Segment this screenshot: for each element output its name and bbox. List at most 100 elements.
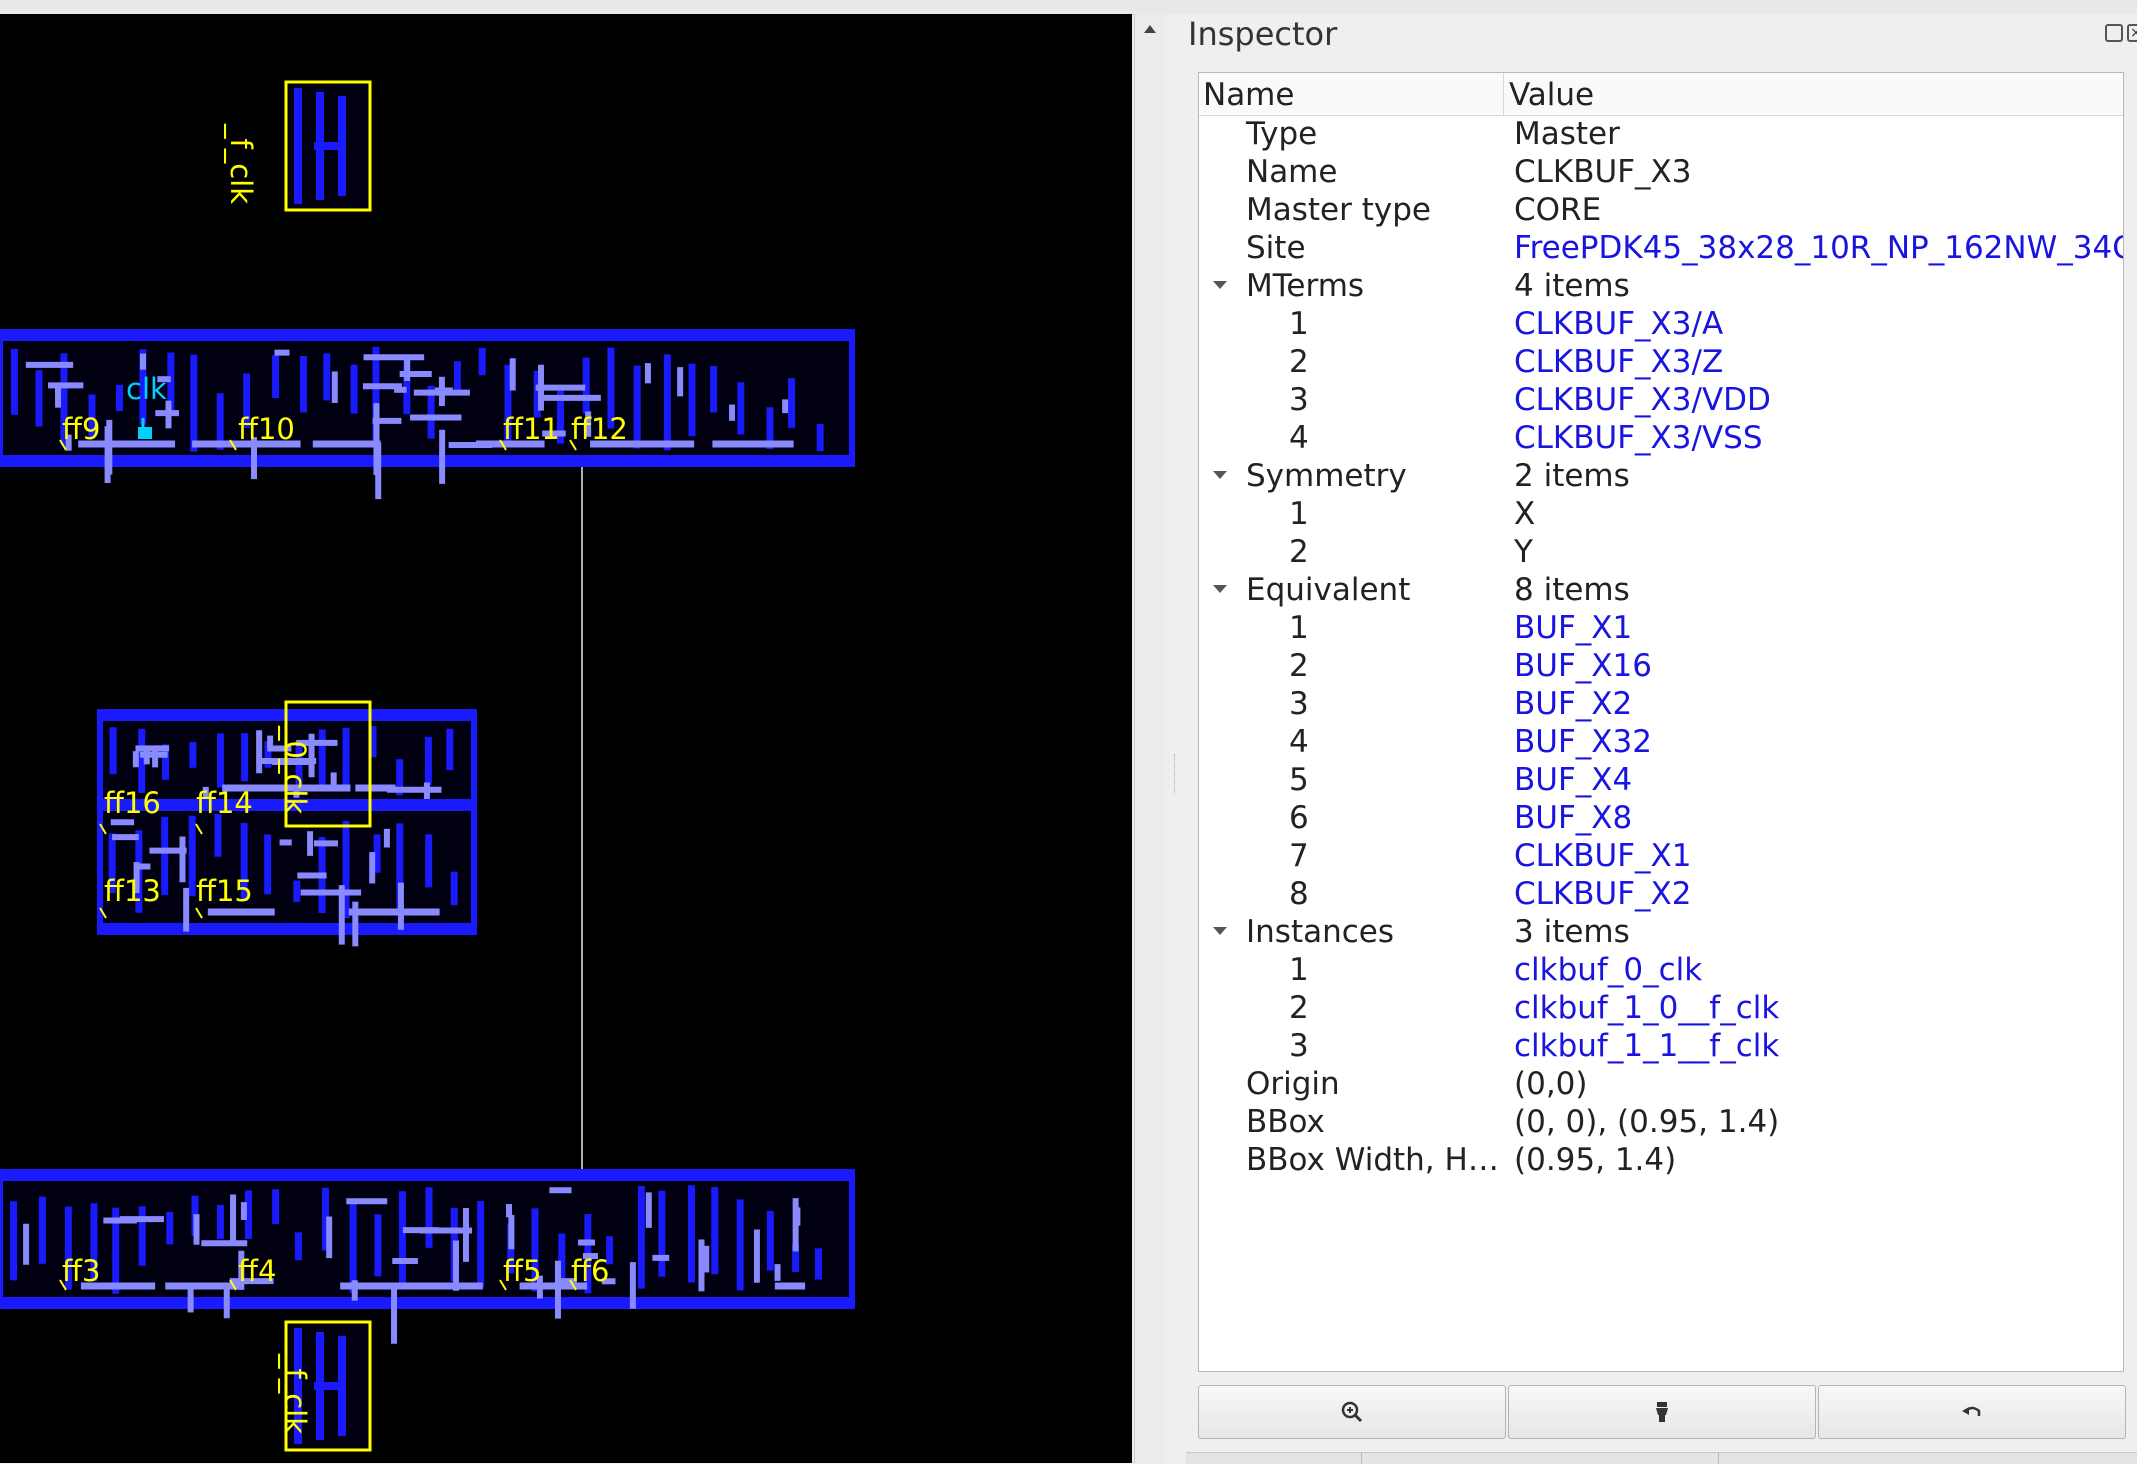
instance-label-ff9: ff9 — [62, 412, 101, 446]
metal-strip — [272, 355, 280, 399]
property-value-link[interactable]: CLKBUF_X3/VDD — [1514, 381, 1771, 419]
tree-row[interactable]: BBox (0, 0), (0.95, 1.4) — [1199, 1103, 2123, 1141]
tree-row[interactable]: Instances 3 items — [1199, 913, 2123, 951]
bottom-tab-2[interactable] — [1362, 1453, 1719, 1464]
property-value-link[interactable]: BUF_X4 — [1514, 761, 1632, 799]
undo-icon — [1962, 1406, 1981, 1416]
tree-row[interactable]: BBox Width, H… (0.95, 1.4) — [1199, 1141, 2123, 1179]
zoom-icon — [1341, 1401, 1363, 1423]
property-value-link[interactable]: CLKBUF_X3/A — [1514, 305, 1723, 343]
tree-row[interactable]: 7 CLKBUF_X1 — [1199, 837, 2123, 875]
zoom-to-button[interactable] — [1198, 1385, 1506, 1439]
layout-viewer[interactable]: ff9 ff10 ff11 ff12 clk ff16 ff14 ff13 ff… — [0, 14, 1132, 1463]
property-name: Instances — [1246, 914, 1395, 950]
expand-arrow-icon[interactable] — [1213, 281, 1227, 289]
tree-row[interactable]: 2 BUF_X16 — [1199, 647, 2123, 685]
expand-arrow-icon[interactable] — [1213, 471, 1227, 479]
metal-strip — [478, 347, 486, 376]
bottom-tab-1[interactable] — [1186, 1453, 1362, 1464]
property-value-link[interactable]: CLKBUF_X1 — [1514, 837, 1692, 875]
metal-strip — [816, 423, 824, 452]
float-panel-icon[interactable] — [2105, 24, 2123, 42]
tree-rows: Type Master Name CLKBUF_X3 Master type CORE Si… — [1199, 115, 2123, 1179]
close-panel-icon[interactable]: × — [2127, 24, 2137, 42]
column-header-name[interactable]: Name — [1203, 73, 1504, 115]
property-value: 8 items — [1514, 572, 1630, 608]
highlight-button[interactable] — [1508, 1385, 1816, 1439]
tree-row[interactable]: Site FreePDK45_38x28_10R_NP_162NW_34O — [1199, 229, 2123, 267]
tree-row[interactable]: MTerms 4 items — [1199, 267, 2123, 305]
ground-rail — [0, 455, 852, 464]
property-name: 2 — [1289, 648, 1309, 684]
property-name: 1 — [1289, 306, 1309, 342]
tree-row[interactable]: Symmetry 2 items — [1199, 457, 2123, 495]
tree-row[interactable]: 1 BUF_X1 — [1199, 609, 2123, 647]
metal-strip — [453, 361, 461, 393]
metal-strip — [688, 363, 696, 437]
tree-row[interactable]: 3 clkbuf_1_1__f_clk — [1199, 1027, 2123, 1065]
property-value: CLKBUF_X3 — [1514, 154, 1692, 190]
instance-label-ff11: ff11 — [503, 412, 560, 446]
tree-row[interactable]: Master type CORE — [1199, 191, 2123, 229]
property-value-link[interactable]: BUF_X2 — [1514, 685, 1632, 723]
tree-row[interactable]: 3 CLKBUF_X3/VDD — [1199, 381, 2123, 419]
dock-splitter[interactable] — [1166, 14, 1186, 1463]
tree-row[interactable]: 1 CLKBUF_X3/A — [1199, 305, 2123, 343]
property-name: 2 — [1289, 534, 1309, 570]
property-tree[interactable]: Name Value Type Master Name CLKBUF_X3 Master… — [1198, 72, 2124, 1372]
scroll-up-icon[interactable] — [1141, 20, 1159, 38]
tree-row[interactable]: 4 BUF_X32 — [1199, 723, 2123, 761]
property-value-link[interactable]: clkbuf_0_clk — [1514, 951, 1702, 989]
tree-row[interactable]: Name CLKBUF_X3 — [1199, 153, 2123, 191]
tree-row[interactable]: 1X — [1199, 495, 2123, 533]
layout-canvas[interactable] — [0, 14, 1132, 1463]
back-button[interactable] — [1818, 1385, 2126, 1439]
ground-rail — [0, 1297, 852, 1306]
property-value-link[interactable]: FreePDK45_38x28_10R_NP_162NW_34O — [1514, 229, 2123, 267]
property-name: 7 — [1289, 838, 1309, 874]
tree-row[interactable]: 2 clkbuf_1_0__f_clk — [1199, 989, 2123, 1027]
tree-row[interactable]: 8 CLKBUF_X2 — [1199, 875, 2123, 913]
property-value-link[interactable]: CLKBUF_X3/VSS — [1514, 419, 1763, 457]
metal-strip — [294, 1232, 302, 1261]
tree-row[interactable]: Equivalent 8 items — [1199, 571, 2123, 609]
property-value-link[interactable]: BUF_X32 — [1514, 723, 1652, 761]
expand-arrow-icon[interactable] — [1213, 585, 1227, 593]
tree-row[interactable]: Origin (0,0) — [1199, 1065, 2123, 1103]
property-value-link[interactable]: CLKBUF_X2 — [1514, 875, 1692, 913]
tree-row[interactable]: Type Master — [1199, 115, 2123, 153]
property-value-link[interactable]: CLKBUF_X3/Z — [1514, 343, 1723, 381]
instance-label-ff3: ff3 — [62, 1254, 101, 1288]
tree-header: Name Value — [1199, 73, 2123, 116]
metal-strip — [398, 1191, 406, 1288]
tree-row[interactable]: 1 clkbuf_0_clk — [1199, 951, 2123, 989]
metal-strip — [814, 1248, 822, 1280]
expand-arrow-icon[interactable] — [1213, 927, 1227, 935]
property-name: 8 — [1289, 876, 1309, 912]
tree-row[interactable]: 2 CLKBUF_X3/Z — [1199, 343, 2123, 381]
property-value-link[interactable]: clkbuf_1_1__f_clk — [1514, 1027, 1779, 1065]
metal-strip — [10, 348, 18, 415]
property-name: Symmetry — [1246, 458, 1407, 494]
metal-strip — [115, 384, 123, 412]
column-header-value[interactable]: Value — [1509, 73, 1594, 115]
property-value: 2 items — [1514, 458, 1630, 494]
metal-strip — [264, 834, 272, 895]
bottom-tab-strip — [1186, 1452, 2137, 1464]
tree-row[interactable]: 2Y — [1199, 533, 2123, 571]
metal-strip — [736, 1199, 744, 1291]
metal-strip — [425, 1187, 433, 1248]
property-value: 4 items — [1514, 268, 1630, 304]
tree-row[interactable]: 3 BUF_X2 — [1199, 685, 2123, 723]
property-value-link[interactable]: BUF_X8 — [1514, 799, 1632, 837]
tree-row[interactable]: 4 CLKBUF_X3/VSS — [1199, 419, 2123, 457]
property-name: Type — [1246, 116, 1318, 152]
tree-row[interactable]: 5 BUF_X4 — [1199, 761, 2123, 799]
tree-row[interactable]: 6 BUF_X8 — [1199, 799, 2123, 837]
property-value-link[interactable]: clkbuf_1_0__f_clk — [1514, 989, 1779, 1027]
property-value-link[interactable]: BUF_X1 — [1514, 609, 1632, 647]
instance-label-ff5: ff5 — [503, 1254, 542, 1288]
layout-vertical-scrollbar[interactable] — [1134, 14, 1165, 1463]
metal-strip — [299, 355, 307, 413]
property-value-link[interactable]: BUF_X16 — [1514, 647, 1652, 685]
